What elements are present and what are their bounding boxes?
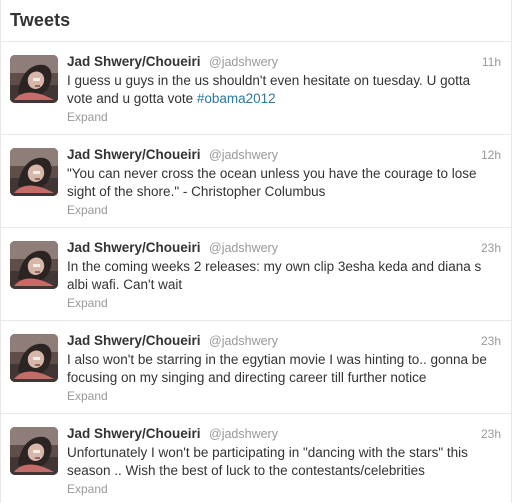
expand-link[interactable]: Expand: [67, 109, 108, 125]
tweets-panel: Tweets Jad Shwery/Choueiri @jadshwery 11…: [0, 0, 512, 503]
tweet-item[interactable]: Jad Shwery/Choueiri @jadshwery 23h I als…: [1, 321, 511, 414]
tweet-text: I also won't be starring in the egytian …: [67, 352, 487, 385]
tweet-header: Jad Shwery/Choueiri @jadshwery 11h: [67, 53, 501, 71]
profile-photo-icon: [10, 334, 58, 382]
author-handle[interactable]: @jadshwery: [209, 55, 278, 69]
hashtag-link[interactable]: #obama2012: [197, 91, 276, 106]
tweet-item[interactable]: Jad Shwery/Choueiri @jadshwery 23h In th…: [1, 228, 511, 321]
profile-photo-icon: [10, 427, 58, 475]
expand-link[interactable]: Expand: [67, 481, 108, 497]
author-handle[interactable]: @jadshwery: [209, 334, 278, 348]
tweet-time[interactable]: 11h: [482, 53, 501, 71]
tweet-time[interactable]: 12h: [481, 146, 501, 164]
author-name[interactable]: Jad Shwery/Choueiri: [67, 333, 201, 348]
tweet-header: Jad Shwery/Choueiri @jadshwery 12h: [67, 146, 501, 164]
author-handle[interactable]: @jadshwery: [209, 427, 278, 441]
tweet-item[interactable]: Jad Shwery/Choueiri @jadshwery 11h I gue…: [1, 42, 511, 135]
profile-photo-icon: [10, 148, 58, 196]
profile-photo-icon: [10, 241, 58, 289]
expand-link[interactable]: Expand: [67, 388, 108, 404]
tweet-list: Jad Shwery/Choueiri @jadshwery 11h I gue…: [1, 42, 511, 503]
author-name[interactable]: Jad Shwery/Choueiri: [67, 240, 201, 255]
avatar[interactable]: [10, 427, 58, 475]
tweet-text: "You can never cross the ocean unless yo…: [67, 166, 477, 199]
tweet-text: In the coming weeks 2 releases: my own c…: [67, 259, 482, 292]
avatar[interactable]: [10, 55, 58, 103]
author-name[interactable]: Jad Shwery/Choueiri: [67, 426, 201, 441]
avatar[interactable]: [10, 334, 58, 382]
author-name[interactable]: Jad Shwery/Choueiri: [67, 147, 201, 162]
expand-link[interactable]: Expand: [67, 295, 108, 311]
expand-link[interactable]: Expand: [67, 202, 108, 218]
tweet-item[interactable]: Jad Shwery/Choueiri @jadshwery 23h Unfor…: [1, 414, 511, 503]
tweet-time[interactable]: 23h: [481, 425, 501, 443]
tweets-title: Tweets: [10, 10, 71, 30]
tweet-text: I guess u guys in the us shouldn't even …: [67, 72, 501, 108]
avatar[interactable]: [10, 241, 58, 289]
tweet-header: Jad Shwery/Choueiri @jadshwery 23h: [67, 332, 501, 350]
tweet-item[interactable]: Jad Shwery/Choueiri @jadshwery 12h "You …: [1, 135, 511, 228]
tweet-header: Jad Shwery/Choueiri @jadshwery 23h: [67, 425, 501, 443]
profile-photo-icon: [10, 55, 58, 103]
tweets-header: Tweets: [1, 0, 511, 42]
tweet-time[interactable]: 23h: [481, 332, 501, 350]
avatar[interactable]: [10, 148, 58, 196]
tweet-header: Jad Shwery/Choueiri @jadshwery 23h: [67, 239, 501, 257]
author-handle[interactable]: @jadshwery: [209, 241, 278, 255]
tweet-text: Unfortunately I won't be participating i…: [67, 445, 468, 478]
author-name[interactable]: Jad Shwery/Choueiri: [67, 54, 201, 69]
author-handle[interactable]: @jadshwery: [209, 148, 278, 162]
tweet-time[interactable]: 23h: [481, 239, 501, 257]
